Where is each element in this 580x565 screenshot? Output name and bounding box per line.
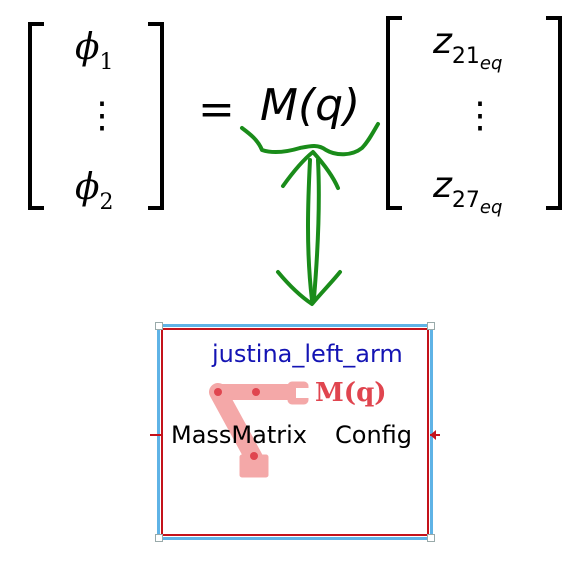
arrow-shaft <box>306 158 314 302</box>
block-corner-handle-br[interactable] <box>427 534 435 542</box>
rhs-vdots: ⋮ <box>462 95 498 136</box>
mass-matrix-icon-label: M(q) <box>315 378 387 408</box>
rhs-left-bracket <box>386 16 402 210</box>
lhs-entry-2: ϕ2 <box>75 167 114 215</box>
block-corner-handle-bl[interactable] <box>155 534 163 542</box>
arrow-shaft-2 <box>312 158 321 300</box>
block-corner-handle-tr[interactable] <box>427 322 435 330</box>
block-name[interactable]: justina_left_arm <box>212 340 403 368</box>
lhs-entry-1: ϕ1 <box>75 27 114 75</box>
lhs-right-bracket <box>148 22 164 210</box>
arrow-head-top <box>281 150 340 190</box>
rhs-entry-1: z21eq <box>433 21 503 74</box>
rhs-right-bracket <box>546 16 562 210</box>
lhs-vdots: ⋮ <box>84 95 120 136</box>
port-label-config: Config <box>335 421 413 449</box>
arrow-head-bottom <box>276 270 342 306</box>
port-label-massmatrix: MassMatrix <box>171 421 307 449</box>
block-corner-handle-tl[interactable] <box>155 322 163 330</box>
rhs-entry-2: z27eq <box>433 165 503 218</box>
mass-matrix-operator: M(q) <box>260 80 361 131</box>
equals-sign: = <box>198 84 235 135</box>
lhs-left-bracket <box>28 22 44 210</box>
